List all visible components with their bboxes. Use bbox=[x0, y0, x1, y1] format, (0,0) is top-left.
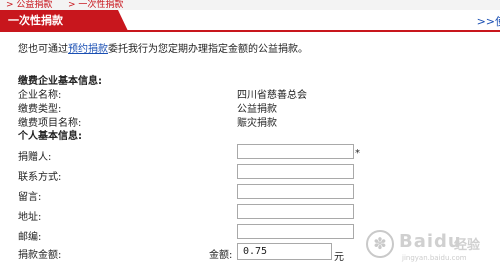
personal-section-title: 个人基本信息: bbox=[18, 131, 82, 142]
address-label: 地址: bbox=[18, 212, 42, 223]
watermark-url: jingyan.baidu.com bbox=[402, 254, 467, 262]
breadcrumb: > 公益捐款 > 一次性捐款 bbox=[0, 0, 500, 10]
watermark-cn: 经验 bbox=[454, 238, 481, 253]
breadcrumb-item[interactable]: > 一次性捐款 bbox=[68, 0, 123, 10]
contact-input[interactable] bbox=[237, 164, 354, 179]
message-label: 留言: bbox=[18, 192, 42, 203]
baidu-jingyan-watermark: ✽ Baidu 经验 jingyan.baidu.com bbox=[366, 226, 492, 264]
donor-input[interactable] bbox=[237, 144, 354, 159]
more-link[interactable]: >>使 bbox=[477, 13, 500, 29]
zipcode-input[interactable] bbox=[237, 224, 354, 239]
tab-one-time-donation[interactable]: 一次性捐款 bbox=[0, 10, 128, 31]
paw-icon: ✽ bbox=[366, 230, 394, 258]
amount-input[interactable]: 0.75 bbox=[237, 243, 332, 260]
corp-section-title: 缴费企业基本信息: bbox=[18, 76, 102, 87]
message-input[interactable] bbox=[237, 184, 354, 199]
intro-suffix: 委托我行为您定期办理指定金额的公益捐款。 bbox=[108, 44, 308, 55]
address-input[interactable] bbox=[237, 204, 354, 219]
donation-amount-label: 捐款金额: bbox=[18, 250, 62, 261]
tab-bar: 一次性捐款 >>使 bbox=[0, 10, 500, 32]
payment-item-value: 赈灾捐款 bbox=[237, 118, 277, 129]
corp-name-label: 企业名称: bbox=[18, 90, 62, 101]
scheduled-donation-link[interactable]: 预约捐款 bbox=[68, 44, 108, 55]
payment-type-value: 公益捐款 bbox=[237, 104, 277, 115]
required-mark: * bbox=[355, 148, 360, 159]
contact-label: 联系方式: bbox=[18, 172, 62, 183]
amount-field-label: 金额: bbox=[209, 250, 233, 261]
currency-unit: 元 bbox=[334, 252, 344, 263]
breadcrumb-item[interactable]: > 公益捐款 bbox=[6, 0, 52, 10]
corp-name-value: 四川省慈善总会 bbox=[237, 90, 307, 101]
zipcode-label: 邮编: bbox=[18, 232, 42, 243]
donor-label: 捐赠人: bbox=[18, 152, 52, 163]
intro-text: 您也可通过预约捐款委托我行为您定期办理指定金额的公益捐款。 bbox=[18, 40, 308, 55]
watermark-bai: Bai bbox=[399, 231, 435, 252]
intro-prefix: 您也可通过 bbox=[18, 44, 68, 55]
payment-type-label: 缴费类型: bbox=[18, 104, 62, 115]
